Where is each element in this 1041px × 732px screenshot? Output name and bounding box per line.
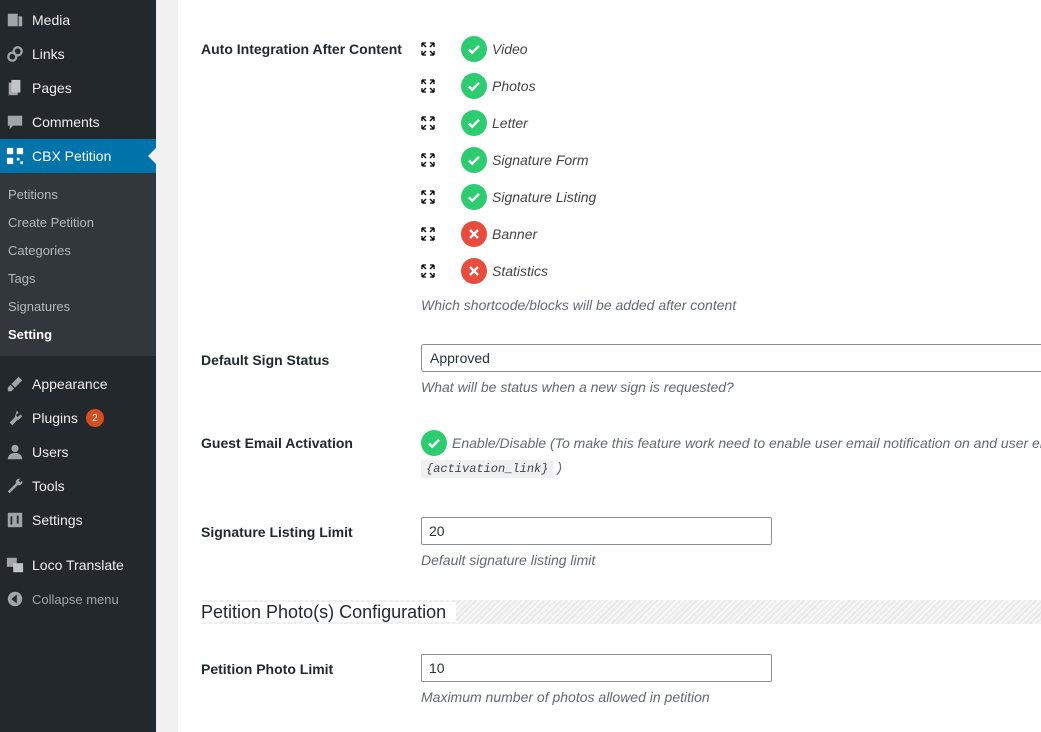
check-icon[interactable] <box>461 110 487 136</box>
menu-item-plugins[interactable]: Plugins 2 <box>0 401 156 435</box>
default-sign-status-description: What will be status when a new sign is r… <box>421 379 734 395</box>
activation-link-code-line: {activation_link} ) <box>421 459 562 478</box>
check-icon[interactable] <box>461 147 487 173</box>
integration-item-label: Photos <box>492 78 536 94</box>
signature-listing-limit-description: Default signature listing limit <box>421 552 596 568</box>
submenu-item-setting[interactable]: Setting <box>8 327 52 342</box>
plugins-update-badge: 2 <box>85 409 104 427</box>
integration-item-signature-listing[interactable]: Signature Listing <box>421 184 596 210</box>
loco-translate-icon <box>5 555 25 575</box>
guest-email-activation-toggle[interactable]: Enable/Disable (To make this feature wor… <box>421 430 1041 456</box>
integration-item-video[interactable]: Video <box>421 36 528 62</box>
guest-email-activation-text: Enable/Disable (To make this feature wor… <box>452 435 1041 451</box>
close-icon[interactable] <box>461 258 487 284</box>
photo-section-title: Petition Photo(s) Configuration <box>201 602 457 622</box>
move-icon[interactable] <box>421 79 435 93</box>
menu-item-pages[interactable]: Pages <box>0 71 156 105</box>
submenu-item-categories[interactable]: Categories <box>8 243 71 258</box>
settings-form: Auto Integration After Content Video Pho… <box>178 0 1041 732</box>
move-icon[interactable] <box>421 116 435 130</box>
menu-item-links[interactable]: Links <box>0 37 156 71</box>
close-icon[interactable] <box>461 221 487 247</box>
signature-listing-limit-label: Signature Listing Limit <box>201 524 353 540</box>
move-icon[interactable] <box>421 190 435 204</box>
appearance-icon <box>5 374 25 394</box>
activation-link-code: {activation_link} <box>421 460 554 478</box>
menu-item-label: Pages <box>32 80 72 96</box>
cbx-petition-icon <box>5 146 25 166</box>
menu-item-loco-translate[interactable]: Loco Translate <box>0 548 156 582</box>
content-gutter <box>156 0 178 732</box>
integration-item-statistics[interactable]: Statistics <box>421 258 548 284</box>
tools-icon <box>5 476 25 496</box>
submenu-item-petitions[interactable]: Petitions <box>8 187 58 202</box>
move-icon[interactable] <box>421 264 435 278</box>
cbx-petition-submenu: Petitions Create Petition Categories Tag… <box>0 173 156 356</box>
menu-item-comments[interactable]: Comments <box>0 105 156 139</box>
menu-item-label: Comments <box>32 114 100 130</box>
users-icon <box>5 442 25 462</box>
check-icon[interactable] <box>461 184 487 210</box>
integration-item-signature-form[interactable]: Signature Form <box>421 147 588 173</box>
settings-icon <box>5 510 25 530</box>
check-icon[interactable] <box>461 73 487 99</box>
default-sign-status-select[interactable]: Approved <box>421 344 1041 372</box>
petition-photo-limit-description: Maximum number of photos allowed in peti… <box>421 689 710 705</box>
check-icon[interactable] <box>421 430 447 456</box>
petition-photo-limit-value: 10 <box>429 660 445 676</box>
menu-item-label: Loco Translate <box>32 557 124 573</box>
move-icon[interactable] <box>421 153 435 167</box>
admin-sidebar: Media Links Pages Comments CBX Petition … <box>0 0 156 732</box>
menu-item-label: Tools <box>32 478 65 494</box>
code-suffix: ) <box>557 459 562 475</box>
links-icon <box>5 44 25 64</box>
signature-listing-limit-input[interactable]: 20 <box>421 517 772 545</box>
move-icon[interactable] <box>421 42 435 56</box>
menu-item-label: Appearance <box>32 376 108 392</box>
integration-item-label: Statistics <box>492 263 549 279</box>
guest-email-activation-label: Guest Email Activation <box>201 435 353 451</box>
menu-item-label: Users <box>32 444 69 460</box>
integration-item-label: Signature Form <box>492 152 589 168</box>
submenu-item-signatures[interactable]: Signatures <box>8 299 70 314</box>
menu-item-label: Links <box>32 46 65 62</box>
petition-photo-limit-label: Petition Photo Limit <box>201 661 334 677</box>
menu-item-settings[interactable]: Settings <box>0 503 156 537</box>
menu-item-cbx-petition[interactable]: CBX Petition <box>0 139 156 173</box>
comments-icon <box>5 112 25 132</box>
submenu-item-create-petition[interactable]: Create Petition <box>8 215 94 230</box>
media-icon <box>5 10 25 30</box>
integration-item-label: Letter <box>492 115 528 131</box>
collapse-menu-label: Collapse menu <box>32 591 119 607</box>
menu-item-tools[interactable]: Tools <box>0 469 156 503</box>
integration-item-label: Signature Listing <box>492 189 597 205</box>
photo-section-heading: Petition Photo(s) Configuration <box>201 600 1041 624</box>
check-icon[interactable] <box>461 36 487 62</box>
menu-item-label: Settings <box>32 512 83 528</box>
petition-photo-limit-input[interactable]: 10 <box>421 654 772 682</box>
collapse-menu-button[interactable]: Collapse menu <box>0 582 156 616</box>
default-sign-status-label: Default Sign Status <box>201 352 330 368</box>
submenu-item-tags[interactable]: Tags <box>8 271 35 286</box>
collapse-arrow-icon <box>5 589 25 609</box>
integration-item-letter[interactable]: Letter <box>421 110 528 136</box>
integration-item-photos[interactable]: Photos <box>421 73 536 99</box>
menu-item-label: Plugins <box>32 410 78 426</box>
integration-item-label: Video <box>492 41 528 57</box>
auto-integration-description: Which shortcode/blocks will be added aft… <box>421 297 737 313</box>
menu-item-media[interactable]: Media <box>0 3 156 37</box>
signature-listing-limit-value: 20 <box>429 523 445 539</box>
menu-item-label: CBX Petition <box>32 148 112 164</box>
integration-item-banner[interactable]: Banner <box>421 221 537 247</box>
menu-item-appearance[interactable]: Appearance <box>0 367 156 401</box>
menu-item-users[interactable]: Users <box>0 435 156 469</box>
menu-item-label: Media <box>32 12 71 28</box>
move-icon[interactable] <box>421 227 435 241</box>
plugins-icon <box>5 408 25 428</box>
integration-item-label: Banner <box>492 226 538 242</box>
default-sign-status-value: Approved <box>430 350 490 366</box>
pages-icon <box>5 78 25 98</box>
auto-integration-label: Auto Integration After Content <box>201 41 402 57</box>
